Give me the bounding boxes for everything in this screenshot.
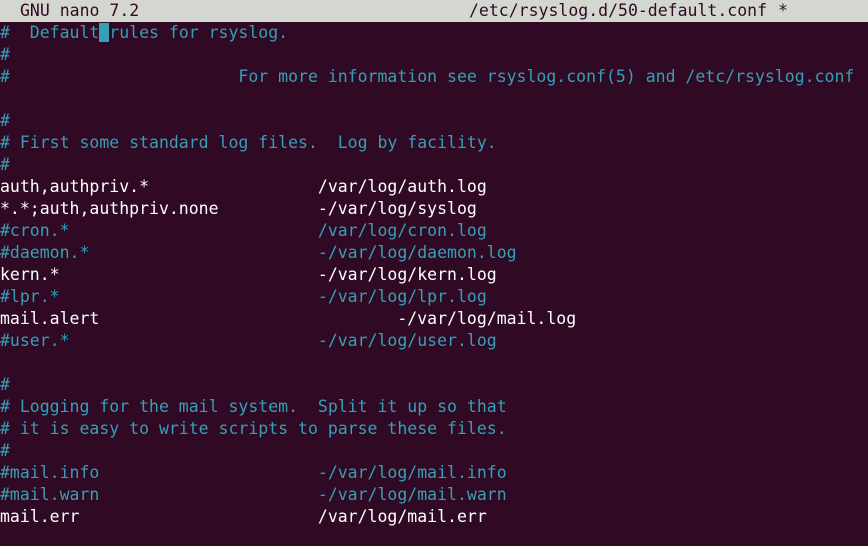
- app-version: GNU nano 7.2: [20, 1, 140, 20]
- editor-line[interactable]: *.*;auth,authpriv.none -/var/log/syslog: [0, 198, 868, 220]
- editor-line[interactable]: [0, 88, 868, 110]
- editor-line[interactable]: # For more information see rsyslog.conf(…: [0, 66, 868, 88]
- comment-text: #mail.info -/var/log/mail.info: [0, 463, 507, 482]
- editor-line[interactable]: #user.* -/var/log/user.log: [0, 330, 868, 352]
- editor-line[interactable]: #daemon.* -/var/log/daemon.log: [0, 242, 868, 264]
- comment-text: #: [0, 45, 10, 64]
- nano-title-bar: GNU nano 7.2 /etc/rsyslog.d/50-default.c…: [0, 0, 868, 22]
- editor-line[interactable]: #mail.info -/var/log/mail.info: [0, 462, 868, 484]
- comment-text: #: [0, 155, 10, 174]
- comment-text: # Logging for the mail system. Split it …: [0, 397, 507, 416]
- comment-text: #daemon.* -/var/log/daemon.log: [0, 243, 517, 262]
- editor-line[interactable]: #: [0, 110, 868, 132]
- editor-line[interactable]: auth,authpriv.* /var/log/auth.log: [0, 176, 868, 198]
- line-text: rules for rsyslog.: [109, 23, 289, 42]
- rule-text: *.*;auth,authpriv.none -/var/log/syslog: [0, 199, 477, 218]
- rule-text: kern.* -/var/log/kern.log: [0, 265, 497, 284]
- comment-text: #: [0, 111, 10, 130]
- editor-line[interactable]: # it is easy to write scripts to parse t…: [0, 418, 868, 440]
- comment-text: #user.* -/var/log/user.log: [0, 331, 497, 350]
- comment-text: #lpr.* -/var/log/lpr.log: [0, 287, 487, 306]
- editor-line[interactable]: [0, 528, 868, 546]
- comment-text: #: [0, 441, 10, 460]
- editor-line[interactable]: mail.err /var/log/mail.err: [0, 506, 868, 528]
- rule-text: auth,authpriv.* /var/log/auth.log: [0, 177, 487, 196]
- modified-indicator: *: [778, 1, 788, 20]
- comment-text: #cron.* /var/log/cron.log: [0, 221, 487, 240]
- text-cursor: [99, 23, 110, 42]
- comment-text: # For more information see rsyslog.conf(…: [0, 67, 855, 86]
- comment-text: #: [0, 375, 10, 394]
- rule-text: mail.err /var/log/mail.err: [0, 507, 487, 526]
- editor-line[interactable]: # First some standard log files. Log by …: [0, 132, 868, 154]
- editor-line[interactable]: mail.alert -/var/log/mail.log: [0, 308, 868, 330]
- file-name: /etc/rsyslog.d/50-default.conf: [469, 1, 768, 20]
- line-text: # Default: [0, 23, 100, 42]
- editor-line[interactable]: #: [0, 44, 868, 66]
- editor-line[interactable]: #: [0, 154, 868, 176]
- editor-line[interactable]: #: [0, 440, 868, 462]
- editor-line[interactable]: #: [0, 374, 868, 396]
- comment-text: # First some standard log files. Log by …: [0, 133, 497, 152]
- rule-text: mail.alert -/var/log/mail.log: [0, 309, 577, 328]
- editor-line[interactable]: [0, 352, 868, 374]
- editor-line[interactable]: # Logging for the mail system. Split it …: [0, 396, 868, 418]
- comment-text: #mail.warn -/var/log/mail.warn: [0, 485, 507, 504]
- editor-line[interactable]: kern.* -/var/log/kern.log: [0, 264, 868, 286]
- editor-line[interactable]: # Default rules for rsyslog.: [0, 22, 868, 44]
- editor-line[interactable]: #lpr.* -/var/log/lpr.log: [0, 286, 868, 308]
- editor-text-area[interactable]: # Default rules for rsyslog. # # For more …: [0, 22, 868, 546]
- editor-line[interactable]: #cron.* /var/log/cron.log: [0, 220, 868, 242]
- editor-line[interactable]: #mail.warn -/var/log/mail.warn: [0, 484, 868, 506]
- comment-text: # it is easy to write scripts to parse t…: [0, 419, 507, 438]
